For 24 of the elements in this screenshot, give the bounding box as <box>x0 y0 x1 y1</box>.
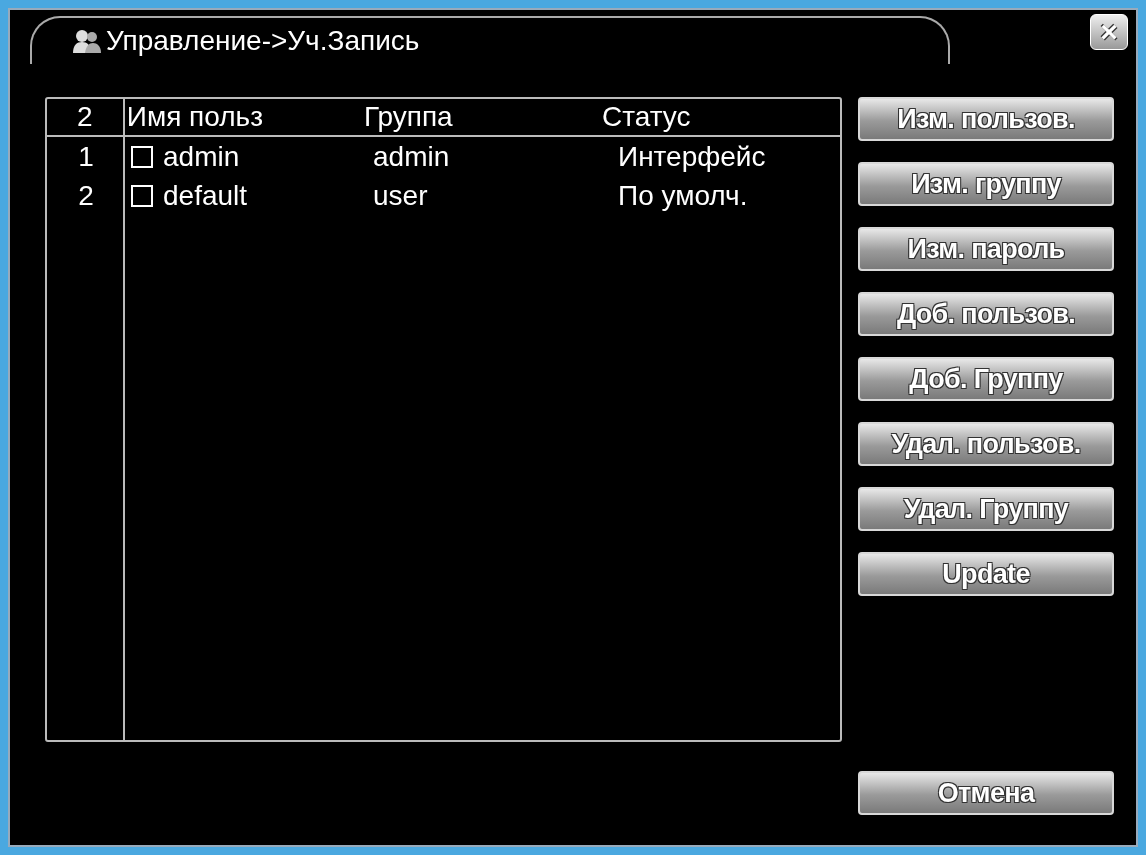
column-header: Статус <box>601 100 692 134</box>
row-checkbox[interactable] <box>131 184 153 207</box>
menu-button[interactable]: Изм. пользов. <box>858 97 1114 141</box>
row-number: 1 <box>77 139 95 174</box>
column-header: Имя польз <box>125 100 264 134</box>
user-status: По умолч. <box>618 178 749 213</box>
menu-button[interactable]: Удал. пользов. <box>858 422 1114 466</box>
user-name: default <box>163 178 248 213</box>
column-header: 2 <box>76 100 94 134</box>
menu-button[interactable]: Update <box>858 552 1114 596</box>
window-title: Управление->Уч.Запись <box>106 24 420 58</box>
user-name: admin <box>163 139 240 174</box>
menu-button[interactable]: Доб. пользов. <box>858 292 1114 336</box>
menu-button[interactable]: Изм. пароль <box>858 227 1114 271</box>
users-icon <box>72 28 102 54</box>
menu-button[interactable]: Доб. Группу <box>858 357 1114 401</box>
row-number: 2 <box>77 178 95 213</box>
row-checkbox[interactable] <box>131 145 153 168</box>
menu-button[interactable]: Изм. группу <box>858 162 1114 206</box>
column-header: Группа <box>363 100 454 134</box>
close-button[interactable]: × <box>1090 14 1128 50</box>
menu-button[interactable]: Удал. Группу <box>858 487 1114 531</box>
user-status: Интерфейс <box>618 139 767 174</box>
cancel-button[interactable]: Отмена <box>858 771 1114 815</box>
